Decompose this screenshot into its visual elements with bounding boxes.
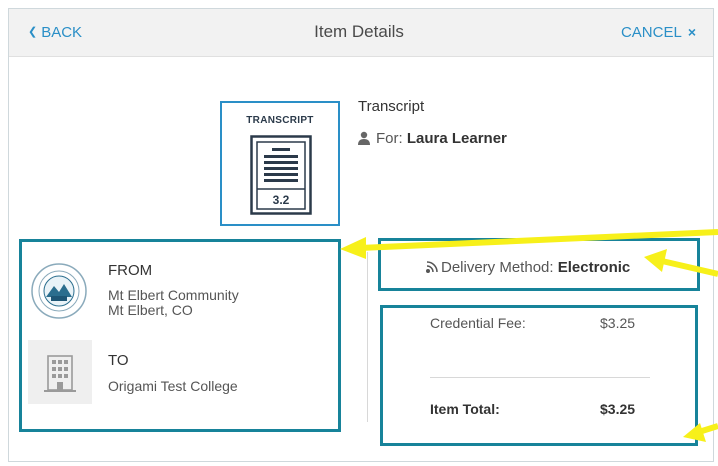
annotation-arrow-delivery <box>644 249 718 277</box>
annotation-arrow-total <box>683 423 718 442</box>
annotation-arrows <box>340 229 718 442</box>
